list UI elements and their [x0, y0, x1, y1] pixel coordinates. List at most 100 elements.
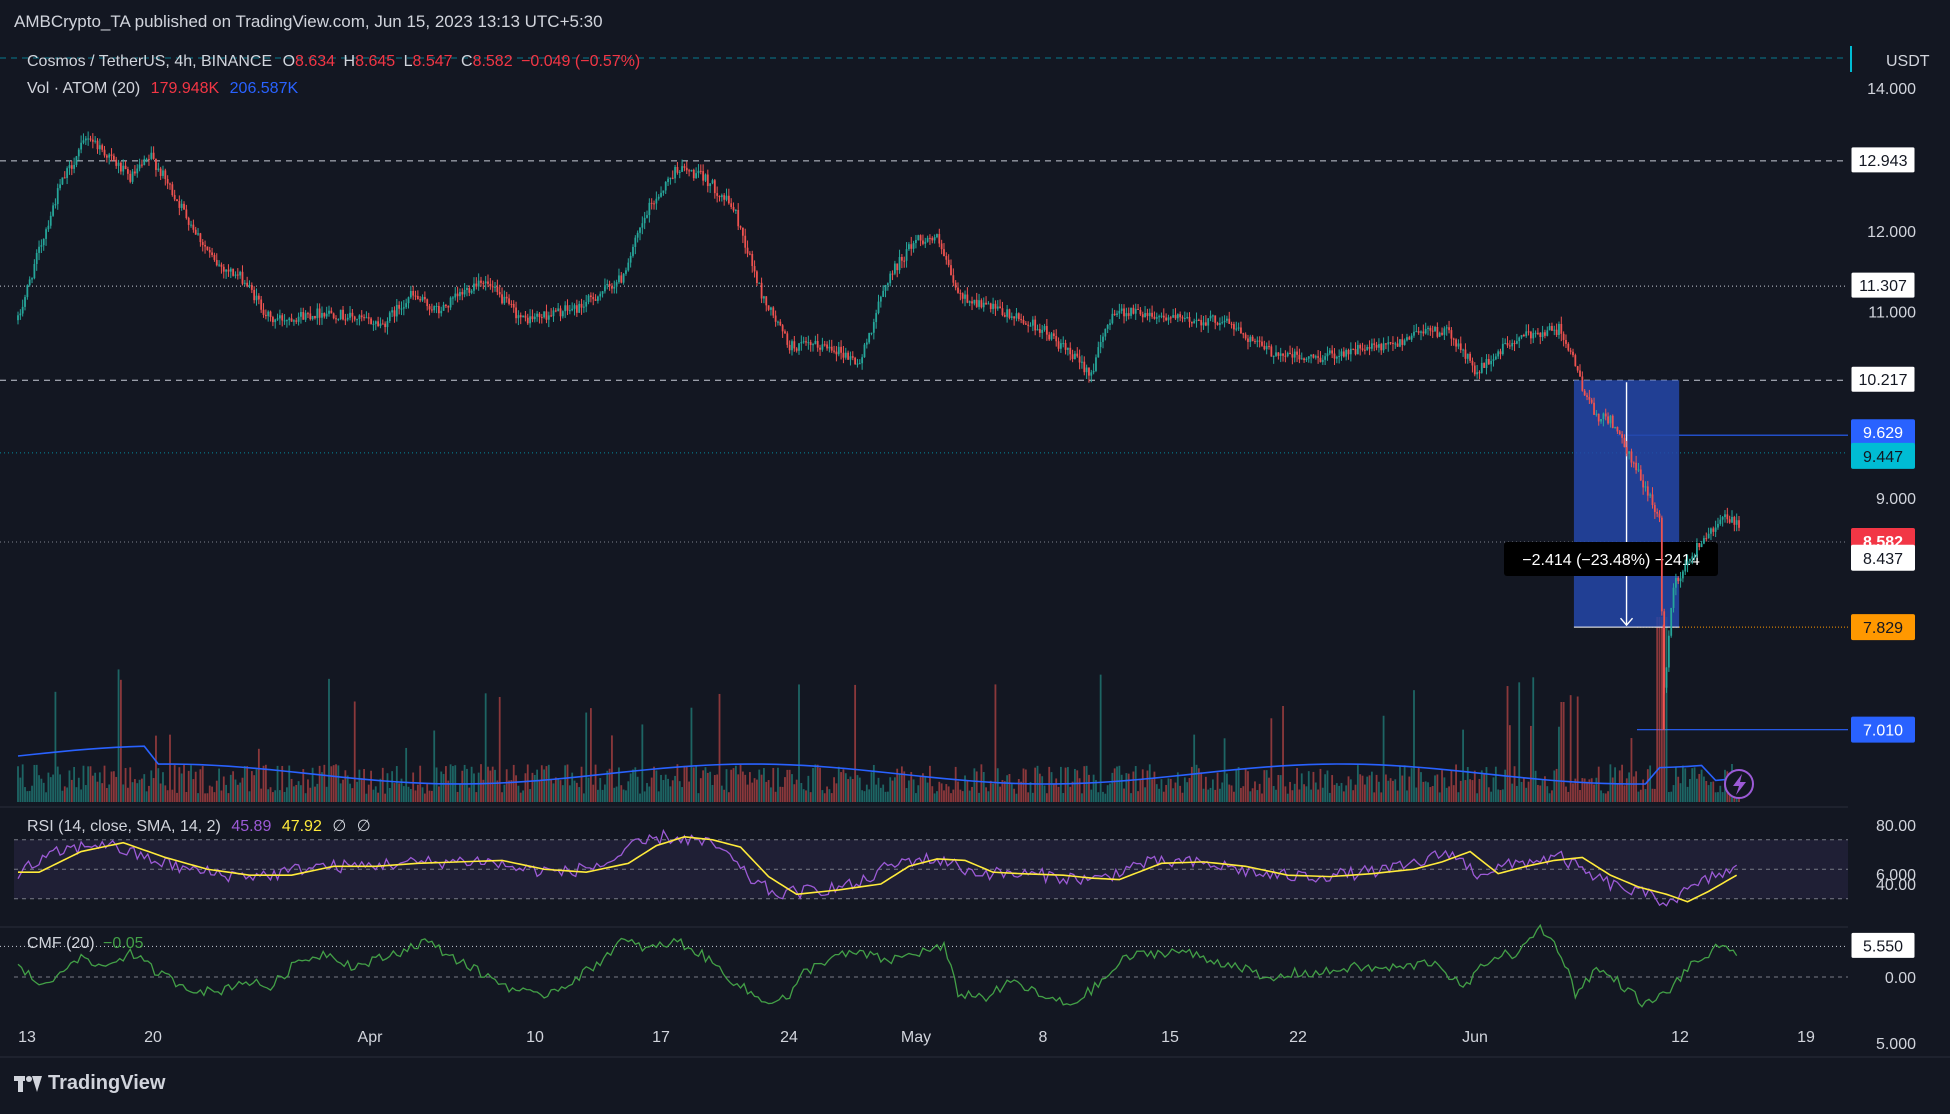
candle-body — [1670, 607, 1673, 636]
volume-bar — [241, 777, 244, 802]
candle-body — [127, 169, 129, 174]
volume-bar — [283, 791, 286, 802]
volume-bar — [564, 765, 567, 802]
volume-bar — [176, 792, 178, 802]
tradingview-logo[interactable]: TradingView — [14, 1072, 165, 1095]
volume-bar — [59, 774, 61, 802]
volume-bar — [31, 785, 33, 802]
volume-bar — [274, 790, 277, 802]
volume-bar — [332, 765, 335, 802]
volume-bar — [1111, 772, 1114, 802]
volume-bar — [690, 707, 693, 802]
volume-bar — [66, 787, 69, 802]
volume-bar — [423, 793, 426, 802]
candle-body — [1497, 351, 1500, 357]
volume-bar — [143, 774, 146, 802]
candle-body — [947, 259, 950, 266]
volume-bar — [508, 780, 510, 802]
volume-bar — [1349, 779, 1352, 802]
candle-body — [1651, 494, 1654, 506]
candle-body — [1137, 308, 1139, 310]
volume-bar — [1658, 617, 1661, 802]
candle-body — [1090, 372, 1093, 376]
candle-body — [648, 202, 651, 216]
volume-bar — [685, 766, 688, 802]
candle-body — [1279, 353, 1282, 356]
candle-body — [484, 281, 487, 284]
candle-body — [915, 240, 917, 244]
volume-bar — [823, 793, 826, 802]
candle-body — [660, 192, 662, 197]
candle-body — [1429, 327, 1432, 331]
chart-canvas[interactable]: USDT −2.414 (−23.48%) −2414 14.000 12.000… — [0, 0, 1950, 1109]
rsi-label[interactable]: RSI (14, close, SMA, 14, 2) — [27, 818, 221, 835]
candle-body — [386, 321, 389, 328]
volume-bar — [271, 792, 274, 802]
candle-body — [136, 168, 139, 174]
candle-body — [1602, 413, 1605, 419]
volume-bar — [1492, 777, 1495, 802]
candle-body — [531, 316, 534, 320]
volume-bar — [1328, 792, 1331, 802]
volume-bar — [971, 786, 973, 802]
candle-body — [1520, 334, 1523, 338]
volume-bar — [648, 786, 651, 802]
candle-body — [1714, 527, 1717, 532]
ohlc-open-value: 8.634 — [295, 53, 336, 70]
volume-bar — [917, 785, 920, 802]
volume-bar — [159, 783, 162, 802]
candle-body — [908, 244, 910, 250]
volume-bar — [692, 767, 695, 802]
volume-label[interactable]: Vol · ATOM (20) — [27, 80, 140, 97]
volume-bar — [505, 769, 508, 802]
candle-body — [964, 294, 966, 299]
candle-body — [77, 149, 80, 157]
volume-bar — [1321, 787, 1324, 802]
volume-bar — [746, 784, 749, 802]
volume-bar — [1625, 778, 1628, 802]
volume-bar — [1399, 765, 1401, 802]
volume-bar — [828, 789, 831, 802]
candle-body — [152, 152, 155, 159]
candle-body — [711, 180, 714, 184]
candle-body — [1459, 343, 1462, 351]
candle-body — [564, 305, 567, 312]
volume-bar — [1158, 788, 1161, 802]
candle-body — [1466, 353, 1469, 359]
volume-bar — [950, 793, 952, 802]
candle-body — [1738, 520, 1740, 528]
candle-body — [604, 285, 606, 292]
cmf-label[interactable]: CMF (20) — [27, 935, 95, 952]
candle-body — [695, 173, 698, 179]
volume-bar — [1506, 686, 1509, 802]
volume-bar — [748, 772, 751, 802]
candle-body — [1317, 356, 1320, 358]
volume-bar — [1712, 781, 1715, 802]
candle-body — [1686, 561, 1689, 566]
candle-body — [264, 314, 267, 317]
candle-body — [833, 350, 835, 352]
volume-bar — [1244, 769, 1247, 802]
candle-body — [653, 203, 655, 205]
volume-bar — [926, 782, 929, 802]
volume-bar — [1235, 769, 1238, 802]
candle-body — [1733, 516, 1736, 525]
volume-bar — [1385, 774, 1387, 802]
symbol-label[interactable]: Cosmos / TetherUS, 4h, BINANCE — [27, 53, 272, 70]
volume-bar — [877, 777, 880, 802]
lightning-icon[interactable] — [1724, 769, 1754, 799]
volume-bar — [961, 791, 964, 802]
candle-body — [1415, 331, 1418, 333]
volume-bar — [1120, 774, 1123, 802]
candle-body — [1473, 365, 1476, 375]
candle-body — [1703, 538, 1705, 544]
candle-body — [1071, 354, 1074, 359]
volume-bar — [1106, 785, 1109, 802]
candle-body — [1319, 357, 1322, 363]
volume-bar — [105, 787, 108, 802]
volume-bar — [657, 791, 660, 802]
candle-body — [1679, 578, 1682, 582]
volume-bar — [1387, 780, 1390, 802]
candle-body — [101, 145, 104, 150]
volume-bar — [1508, 725, 1511, 802]
